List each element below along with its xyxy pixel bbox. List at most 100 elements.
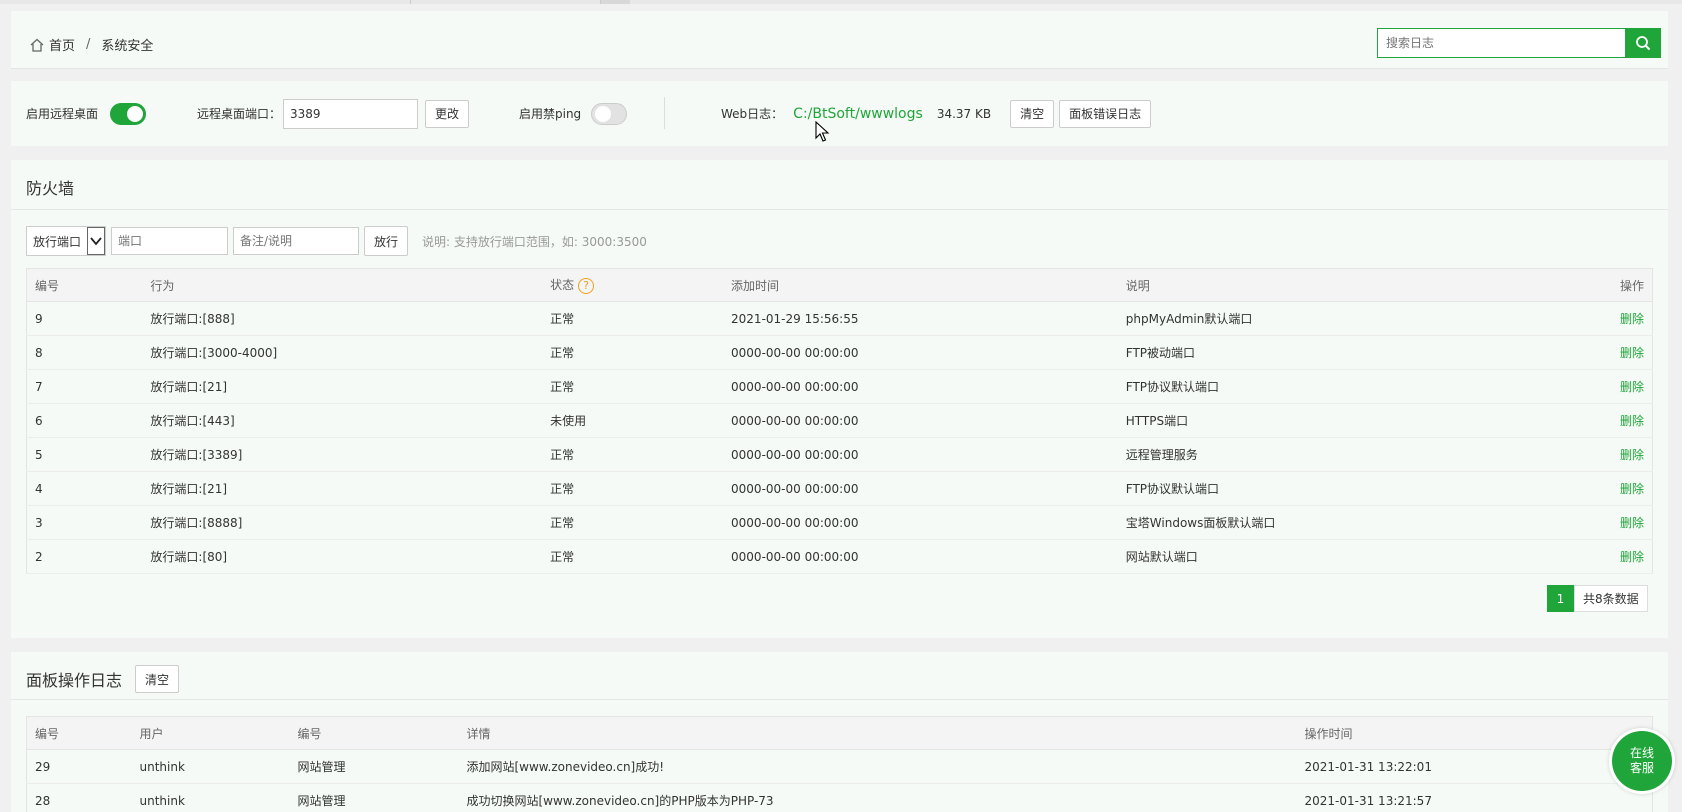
table-row: 3 放行端口:[8888] 正常 0000-00-00 00:00:00 宝塔Windo…	[26, 505, 1654, 540]
breadcrumb-current: 系统安全	[101, 39, 154, 54]
top-tab-segment	[410, 0, 600, 4]
online-service-button[interactable]: 在线 客服	[1612, 731, 1672, 791]
note-input[interactable]	[233, 227, 360, 255]
row-note: 宝塔Windows面板默认端口	[1117, 505, 1593, 540]
row-id: 8	[26, 335, 143, 370]
port-input[interactable]	[111, 227, 229, 255]
log-type: 网站管理	[289, 749, 459, 784]
log-detail: 成功切换网站[www.zonevideo.cn]的PHP版本为PHP-73	[458, 783, 1297, 812]
window-top-strip	[0, 0, 1682, 4]
operation-log-table: 编号 用户 编号 详情 操作时间 29 unthink 网站管理 添加网站[www.z…	[26, 716, 1653, 812]
total-count: 共8条数据	[1574, 585, 1648, 612]
row-note: 远程管理服务	[1117, 437, 1593, 472]
column-header-status: 状态?	[542, 268, 724, 302]
delete-rule-link[interactable]: 删除	[1620, 516, 1644, 530]
delete-rule-link[interactable]: 删除	[1620, 482, 1644, 496]
row-action: 放行端口:[3389]	[142, 437, 543, 472]
action-select[interactable]: 放行端口	[26, 226, 107, 256]
row-status: 正常	[542, 369, 724, 404]
remote-desktop-toggle[interactable]	[110, 102, 147, 125]
online-service-line2: 客服	[1629, 761, 1654, 775]
column-header-time: 操作时间	[1296, 716, 1653, 750]
delete-rule-link[interactable]: 删除	[1620, 414, 1644, 428]
delete-rule-link[interactable]: 删除	[1620, 550, 1644, 564]
ping-toggle[interactable]	[591, 102, 628, 125]
divider	[664, 97, 665, 129]
firewall-add-form: 放行端口 放行 说明: 支持放行端口范围，如: 3000:3500	[26, 226, 647, 256]
remote-port-input[interactable]	[283, 98, 419, 129]
row-id: 2	[26, 539, 143, 574]
table-row: 5 放行端口:[3389] 正常 0000-00-00 00:00:00 远程管理服务 删…	[26, 437, 1654, 472]
breadcrumb-home[interactable]: 首页	[49, 35, 75, 54]
panel-error-log-button[interactable]: 面板错误日志	[1059, 99, 1152, 128]
row-status: 正常	[542, 505, 724, 540]
firewall-table: 编号 行为 状态? 添加时间 说明 操作 9 放行端口:[888] 正常 2021-0…	[26, 268, 1654, 574]
delete-rule-link[interactable]: 删除	[1620, 448, 1644, 462]
search-button[interactable]	[1625, 28, 1661, 58]
delete-link[interactable]: 删除	[1592, 539, 1654, 574]
row-id: 3	[26, 505, 143, 540]
log-time: 2021-01-31 13:21:57	[1296, 783, 1653, 812]
delete-rule-link[interactable]: 删除	[1620, 312, 1644, 326]
log-type: 网站管理	[289, 783, 459, 812]
row-note: FTP协议默认端口	[1117, 369, 1593, 404]
row-action: 放行端口:[3000-4000]	[142, 335, 543, 370]
page-1-button[interactable]: 1	[1547, 585, 1574, 612]
search-box	[1377, 28, 1661, 58]
chevron-down-icon	[87, 227, 106, 255]
table-row: 2 放行端口:[80] 正常 0000-00-00 00:00:00 网站默认端口 删除	[26, 539, 1654, 574]
column-header-detail: 详情	[458, 716, 1297, 750]
remote-desktop-label: 启用远程桌面	[26, 107, 99, 121]
row-time: 0000-00-00 00:00:00	[723, 437, 1118, 472]
delete-link[interactable]: 删除	[1592, 505, 1654, 540]
row-action: 放行端口:[888]	[142, 301, 543, 336]
row-note: FTP协议默认端口	[1117, 471, 1593, 506]
row-status: 正常	[542, 471, 724, 506]
row-action: 放行端口:[21]	[142, 471, 543, 506]
online-service-line1: 在线	[1629, 746, 1654, 760]
row-note: 网站默认端口	[1117, 539, 1593, 574]
delete-link[interactable]: 删除	[1592, 437, 1654, 472]
table-row: 28 unthink 网站管理 成功切换网站[www.zonevideo.cn]的PH…	[26, 783, 1653, 812]
section-divider	[11, 699, 1668, 700]
row-note: HTTPS端口	[1117, 403, 1593, 438]
action-select-value: 放行端口	[33, 234, 82, 249]
row-status: 正常	[542, 437, 724, 472]
row-id: 7	[26, 369, 143, 404]
delete-rule-link[interactable]: 删除	[1620, 346, 1644, 360]
row-action: 放行端口:[21]	[142, 369, 543, 404]
row-action: 放行端口:[8888]	[142, 505, 543, 540]
change-port-button[interactable]: 更改	[425, 99, 470, 128]
remote-settings-bar: 启用远程桌面 远程桌面端口： 更改 启用禁ping Web日志： C:/BtSo…	[11, 81, 1668, 146]
allow-port-button[interactable]: 放行	[364, 226, 409, 256]
row-time: 2021-01-29 15:56:55	[723, 301, 1118, 336]
column-header-id: 编号	[26, 268, 143, 302]
search-input[interactable]	[1377, 28, 1626, 58]
firewall-hint: 说明: 支持放行端口范围，如: 3000:3500	[422, 234, 647, 249]
clear-operation-log-button[interactable]: 清空	[135, 665, 180, 693]
breadcrumb-bar: 首页 / 系统安全	[11, 11, 1668, 69]
table-row: 29 unthink 网站管理 添加网站[www.zonevideo.cn]成功! 20…	[26, 749, 1653, 784]
row-time: 0000-00-00 00:00:00	[723, 505, 1118, 540]
clear-web-log-button[interactable]: 清空	[1010, 99, 1055, 128]
web-log-label: Web日志：	[721, 107, 784, 121]
table-row: 8 放行端口:[3000-4000] 正常 0000-00-00 00:00:00 FT…	[26, 335, 1654, 370]
help-icon[interactable]: ?	[578, 277, 595, 294]
top-tab-segment	[600, 0, 630, 4]
column-header-op: 操作	[1592, 268, 1654, 302]
delete-rule-link[interactable]: 删除	[1620, 380, 1644, 394]
row-status: 正常	[542, 335, 724, 370]
delete-link[interactable]: 删除	[1592, 403, 1654, 438]
row-id: 4	[26, 471, 143, 506]
row-id: 6	[26, 403, 143, 438]
delete-link[interactable]: 删除	[1592, 301, 1654, 336]
delete-link[interactable]: 删除	[1592, 369, 1654, 404]
home-icon[interactable]	[29, 37, 45, 53]
web-log-path-link[interactable]: C:/BtSoft/wwwlogs	[793, 106, 923, 122]
column-header-note: 说明	[1117, 268, 1593, 302]
delete-link[interactable]: 删除	[1592, 335, 1654, 370]
ping-label: 启用禁ping	[519, 107, 582, 121]
delete-link[interactable]: 删除	[1592, 471, 1654, 506]
log-id: 28	[26, 783, 132, 812]
row-time: 0000-00-00 00:00:00	[723, 403, 1118, 438]
